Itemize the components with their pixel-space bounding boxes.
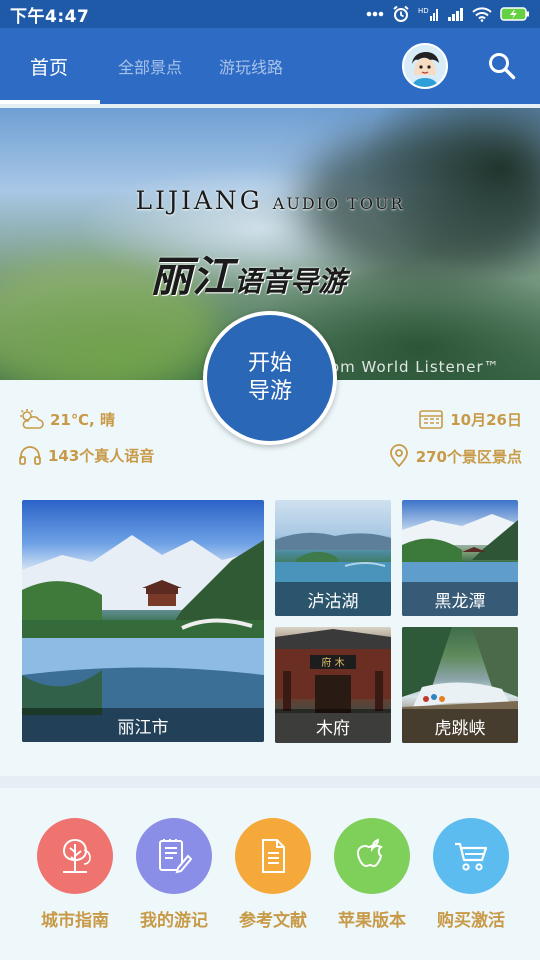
- app-bar: 首页 全部景点 游玩线路: [0, 28, 540, 104]
- weather-sunny-cloud-icon: [20, 409, 44, 429]
- start-tour-button[interactable]: 开始 导游: [203, 311, 337, 445]
- hd-signal-icon: HD: [418, 6, 440, 22]
- nav-references[interactable]: 参考文献: [225, 818, 321, 931]
- nav-city-guide-circle: [37, 818, 113, 894]
- tile-lijiang-city[interactable]: 丽江市: [22, 500, 264, 742]
- tile-caption: 虎跳峡: [402, 709, 518, 743]
- weather-info: 21℃, 晴: [18, 408, 115, 430]
- status-time: 下午4:47: [10, 6, 90, 27]
- bottom-nav: 城市指南 我的游记 参考文献 苹果版本 购买激活: [0, 788, 540, 960]
- nav-apple-version-circle: [334, 818, 410, 894]
- hero-title-cn-rest: 语音导游: [234, 265, 347, 298]
- wifi-icon: [472, 6, 492, 22]
- tile-hutiaoxia[interactable]: 虎跳峡: [402, 627, 518, 743]
- nav-apple-version-label: 苹果版本: [338, 911, 406, 931]
- nav-my-notes-label: 我的游记: [140, 911, 208, 931]
- tile-lugu-lake[interactable]: 泸沽湖: [275, 500, 391, 616]
- tab-all-spots[interactable]: 全部景点: [118, 28, 182, 104]
- more-dots-icon: [366, 11, 384, 17]
- hero-title-en-main: LIJIANG: [135, 186, 263, 215]
- tab-routes[interactable]: 游玩线路: [219, 28, 283, 104]
- tile-mufu[interactable]: 府 木 木府: [275, 627, 391, 743]
- nav-buy-activate-label: 购买激活: [437, 911, 505, 931]
- search-icon: [489, 53, 516, 80]
- alarm-icon: [392, 5, 410, 23]
- nav-apple-version[interactable]: 苹果版本: [324, 818, 420, 931]
- nav-my-notes-circle: [136, 818, 212, 894]
- avatar[interactable]: [402, 43, 448, 89]
- start-tour-label-line2: 导游: [247, 379, 292, 404]
- tile-caption: 黑龙潭: [402, 582, 518, 616]
- cell-signal-icon: [448, 7, 464, 21]
- audio-count-info: 143个真人语音: [18, 444, 154, 466]
- active-tab-indicator: [0, 100, 100, 104]
- location-pin-icon: [389, 444, 408, 468]
- hero-title-en-sub: AUDIO TOUR: [272, 194, 405, 213]
- headphones-icon: [19, 446, 41, 465]
- nav-buy-activate-circle: [433, 818, 509, 894]
- cart-icon: [455, 842, 488, 871]
- tile-caption: 丽江市: [22, 708, 264, 742]
- spot-count-text: 270个景区景点: [415, 447, 522, 466]
- date-info: 10月26日: [418, 408, 522, 430]
- search-button[interactable]: [486, 50, 518, 82]
- user-avatar-icon: [404, 45, 446, 87]
- spot-count-info: 270个景区景点: [388, 444, 522, 468]
- tab-home[interactable]: 首页: [30, 28, 68, 104]
- weather-text: 21℃, 晴: [50, 410, 115, 429]
- hero-watermark: om World Listener™: [330, 358, 500, 376]
- start-tour-label-line1: 开始: [247, 351, 292, 376]
- nav-buy-activate[interactable]: 购买激活: [423, 818, 519, 931]
- svg-text:府 木: 府 木: [321, 656, 344, 669]
- tile-heilongtan[interactable]: 黑龙潭: [402, 500, 518, 616]
- document-icon: [262, 839, 285, 873]
- nav-my-notes[interactable]: 我的游记: [126, 818, 222, 931]
- hero-title-cn: 丽江语音导游: [150, 243, 346, 304]
- battery-charging-icon: [500, 6, 530, 22]
- audio-count-text: 143个真人语音: [48, 446, 155, 465]
- hero-title-en: LIJIANG AUDIO TOUR: [0, 186, 540, 215]
- nav-city-guide[interactable]: 城市指南: [27, 818, 123, 931]
- status-bar: 下午4:47 HD: [0, 0, 540, 28]
- apple-icon: [356, 838, 383, 868]
- nav-references-label: 参考文献: [239, 911, 307, 931]
- nav-city-guide-label: 城市指南: [41, 911, 109, 931]
- tile-caption: 泸沽湖: [275, 582, 391, 616]
- svg-text:HD: HD: [418, 7, 429, 15]
- date-text: 10月26日: [450, 410, 522, 429]
- notes-icon: [159, 839, 193, 874]
- tile-caption: 木府: [275, 709, 391, 743]
- tree-icon: [62, 838, 91, 873]
- lijiang-scene-image: [22, 535, 264, 742]
- calendar-icon: [419, 410, 444, 429]
- nav-references-circle: [235, 818, 311, 894]
- hero-title-cn-main: 丽江: [150, 252, 235, 301]
- status-icons: HD: [366, 5, 530, 23]
